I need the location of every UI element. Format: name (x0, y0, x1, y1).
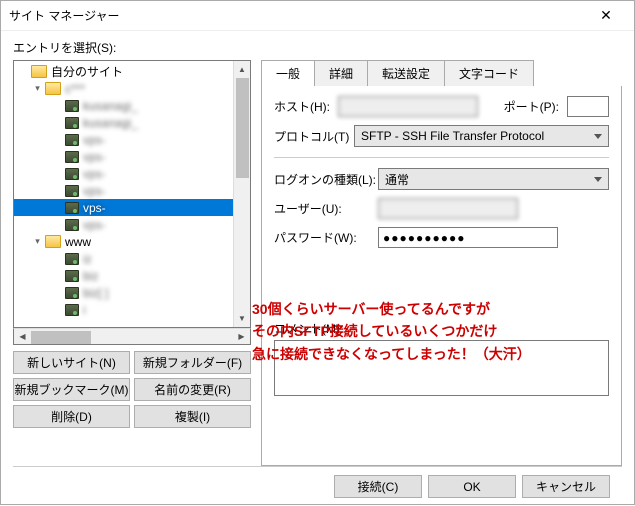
delete-button[interactable]: 削除(D) (13, 405, 130, 428)
tree-node[interactable]: iz (14, 250, 250, 267)
tree-node[interactable]: vps- (14, 199, 250, 216)
scroll-down-icon[interactable]: ▼ (234, 310, 250, 327)
scroll-thumb-v[interactable] (236, 78, 249, 178)
tree-node[interactable]: vps- (14, 131, 250, 148)
tree-node-label: biz (83, 269, 98, 283)
tree-node[interactable]: 自分のサイト (14, 63, 250, 80)
server-icon (65, 304, 79, 316)
tree-node-label: vps- (83, 133, 106, 147)
tree-node-label: i (83, 303, 86, 317)
comment-label: コメント(M): (274, 320, 609, 337)
host-input[interactable] (338, 96, 478, 117)
tab-advanced[interactable]: 詳細 (314, 60, 368, 87)
comment-textarea[interactable] (274, 340, 609, 396)
tree-node-label: biz[ ] (83, 286, 108, 300)
tree-node[interactable]: biz (14, 267, 250, 284)
site-tree[interactable]: 自分のサイト ▾ c*** kusanagi_ kusanagi_ vps-vps-vps… (13, 60, 251, 328)
new-folder-button[interactable]: 新規フォルダー(F) (134, 351, 251, 374)
server-icon (65, 202, 79, 214)
tree-node[interactable]: vps- (14, 165, 250, 182)
server-icon (65, 287, 79, 299)
connect-button[interactable]: 接続(C) (334, 475, 422, 498)
tab-transfer[interactable]: 転送設定 (367, 60, 445, 87)
select-entry-label: エントリを選択(S): (13, 39, 622, 56)
tree-node-label: iz (83, 252, 92, 266)
folder-icon (45, 82, 61, 95)
password-label: パスワード(W): (274, 229, 370, 246)
scroll-left-icon[interactable]: ◀ (14, 329, 31, 344)
cancel-button[interactable]: キャンセル (522, 475, 610, 498)
close-button[interactable]: ✕ (586, 2, 626, 30)
chevron-down-icon[interactable]: ▾ (32, 236, 43, 247)
protocol-value: SFTP - SSH File Transfer Protocol (361, 129, 544, 143)
server-icon (65, 270, 79, 282)
tree-node-label: c*** (65, 82, 85, 96)
server-icon (65, 151, 79, 163)
logon-type-select[interactable]: 通常 (378, 168, 609, 190)
tree-node-label: vps- (83, 184, 106, 198)
server-icon (65, 100, 79, 112)
tree-scrollbar-horizontal[interactable]: ◀ ▶ (13, 328, 251, 345)
site-manager-window: サイト マネージャー ✕ エントリを選択(S): 自分のサイト ▾ c*** kusa… (0, 0, 635, 505)
scroll-thumb-h[interactable] (31, 331, 91, 344)
tree-scrollbar-vertical[interactable]: ▲ ▼ (233, 61, 250, 327)
server-icon (65, 168, 79, 180)
tree-node-label: kusanagi_ (83, 99, 138, 113)
tree-node-label: 自分のサイト (51, 63, 123, 80)
dialog-footer: 接続(C) OK キャンセル (13, 466, 622, 506)
tree-node[interactable]: vps- (14, 216, 250, 233)
tree-node-label: vps- (83, 150, 106, 164)
new-bookmark-button[interactable]: 新規ブックマーク(M) (13, 378, 130, 401)
port-input[interactable] (567, 96, 609, 117)
ok-button[interactable]: OK (428, 475, 516, 498)
scroll-up-icon[interactable]: ▲ (234, 61, 250, 78)
user-input[interactable] (378, 198, 518, 219)
scroll-right-icon[interactable]: ▶ (233, 329, 250, 344)
protocol-label: プロトコル(T) (274, 128, 346, 145)
port-label: ポート(P): (504, 98, 559, 115)
titlebar: サイト マネージャー ✕ (1, 1, 634, 31)
chevron-down-icon[interactable]: ▾ (32, 83, 43, 94)
tree-node-label: vps- (83, 218, 106, 232)
host-label: ホスト(H): (274, 98, 330, 115)
server-icon (65, 219, 79, 231)
tree-node-label: vps- (83, 201, 106, 215)
tree-node[interactable]: i (14, 301, 250, 318)
protocol-select[interactable]: SFTP - SSH File Transfer Protocol (354, 125, 609, 147)
window-title: サイト マネージャー (9, 7, 586, 24)
tree-node[interactable]: kusanagi_ (14, 114, 250, 131)
tree-node[interactable]: vps- (14, 148, 250, 165)
new-site-button[interactable]: 新しいサイト(N) (13, 351, 130, 374)
server-icon (65, 253, 79, 265)
logon-type-label: ログオンの種類(L): (274, 171, 370, 188)
duplicate-button[interactable]: 複製(I) (134, 405, 251, 428)
tree-node[interactable]: kusanagi_ (14, 97, 250, 114)
tree-node[interactable]: vps- (14, 182, 250, 199)
server-icon (65, 117, 79, 129)
tree-node[interactable]: biz[ ] (14, 284, 250, 301)
server-icon (65, 185, 79, 197)
tab-charset[interactable]: 文字コード (444, 60, 534, 87)
password-input[interactable]: ●●●●●●●●●● (378, 227, 558, 248)
tree-node[interactable]: ▾ c*** (14, 80, 250, 97)
tree-node-label: kusanagi_ (83, 116, 138, 130)
logon-type-value: 通常 (385, 171, 409, 188)
folder-icon (31, 65, 47, 78)
tree-node-label: vps- (83, 167, 106, 181)
tab-general[interactable]: 一般 (261, 60, 315, 87)
tabs: 一般 詳細 転送設定 文字コード (261, 60, 622, 87)
user-label: ユーザー(U): (274, 200, 370, 217)
tree-node-label: www (65, 235, 91, 249)
tree-node[interactable]: ▾ www (14, 233, 250, 250)
server-icon (65, 134, 79, 146)
rename-button[interactable]: 名前の変更(R) (134, 378, 251, 401)
folder-icon (45, 235, 61, 248)
